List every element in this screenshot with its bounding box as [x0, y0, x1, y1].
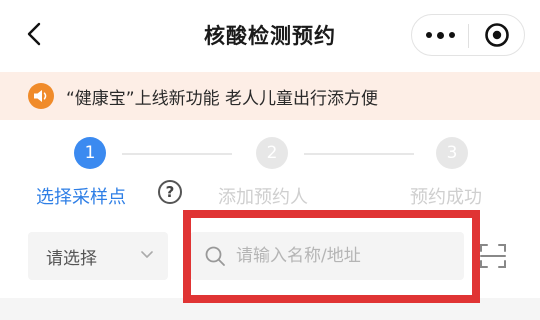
step-2-circle: 2 — [256, 137, 288, 169]
navigation-bar: 核酸检测预约 — [0, 0, 540, 72]
notice-banner[interactable]: “健康宝”上线新功能 老人儿童出行添方便 — [0, 72, 540, 120]
close-miniprogram-button[interactable] — [469, 15, 525, 55]
speaker-icon — [28, 83, 54, 109]
help-icon[interactable]: ? — [158, 180, 182, 204]
search-icon — [205, 246, 225, 266]
more-button[interactable] — [412, 15, 468, 55]
scan-button[interactable] — [477, 240, 509, 272]
step-2-label: 添加预约人 — [218, 187, 308, 208]
content-divider — [0, 298, 540, 320]
chevron-down-icon — [141, 251, 153, 258]
step-3-label: 预约成功 — [410, 187, 482, 208]
more-dots-icon — [423, 31, 457, 39]
search-box[interactable] — [190, 232, 464, 280]
step-1-circle: 1 — [74, 137, 106, 169]
region-select-value: 请选择 — [46, 248, 97, 269]
step-connector-2 — [304, 153, 414, 155]
progress-steps: 1 2 3 选择采样点 ? 添加预约人 预约成功 — [0, 130, 540, 210]
filter-bar: 请选择 — [0, 226, 540, 286]
step-3-circle: 3 — [436, 137, 468, 169]
search-input[interactable] — [236, 246, 436, 266]
notice-text: “健康宝”上线新功能 老人儿童出行添方便 — [66, 88, 379, 109]
scan-icon — [480, 244, 506, 268]
step-1-label[interactable]: 选择采样点 — [36, 183, 126, 209]
menu-capsule — [411, 14, 525, 56]
step-connector-1 — [122, 153, 232, 155]
region-select[interactable]: 请选择 — [28, 232, 168, 280]
target-close-icon — [485, 23, 509, 47]
